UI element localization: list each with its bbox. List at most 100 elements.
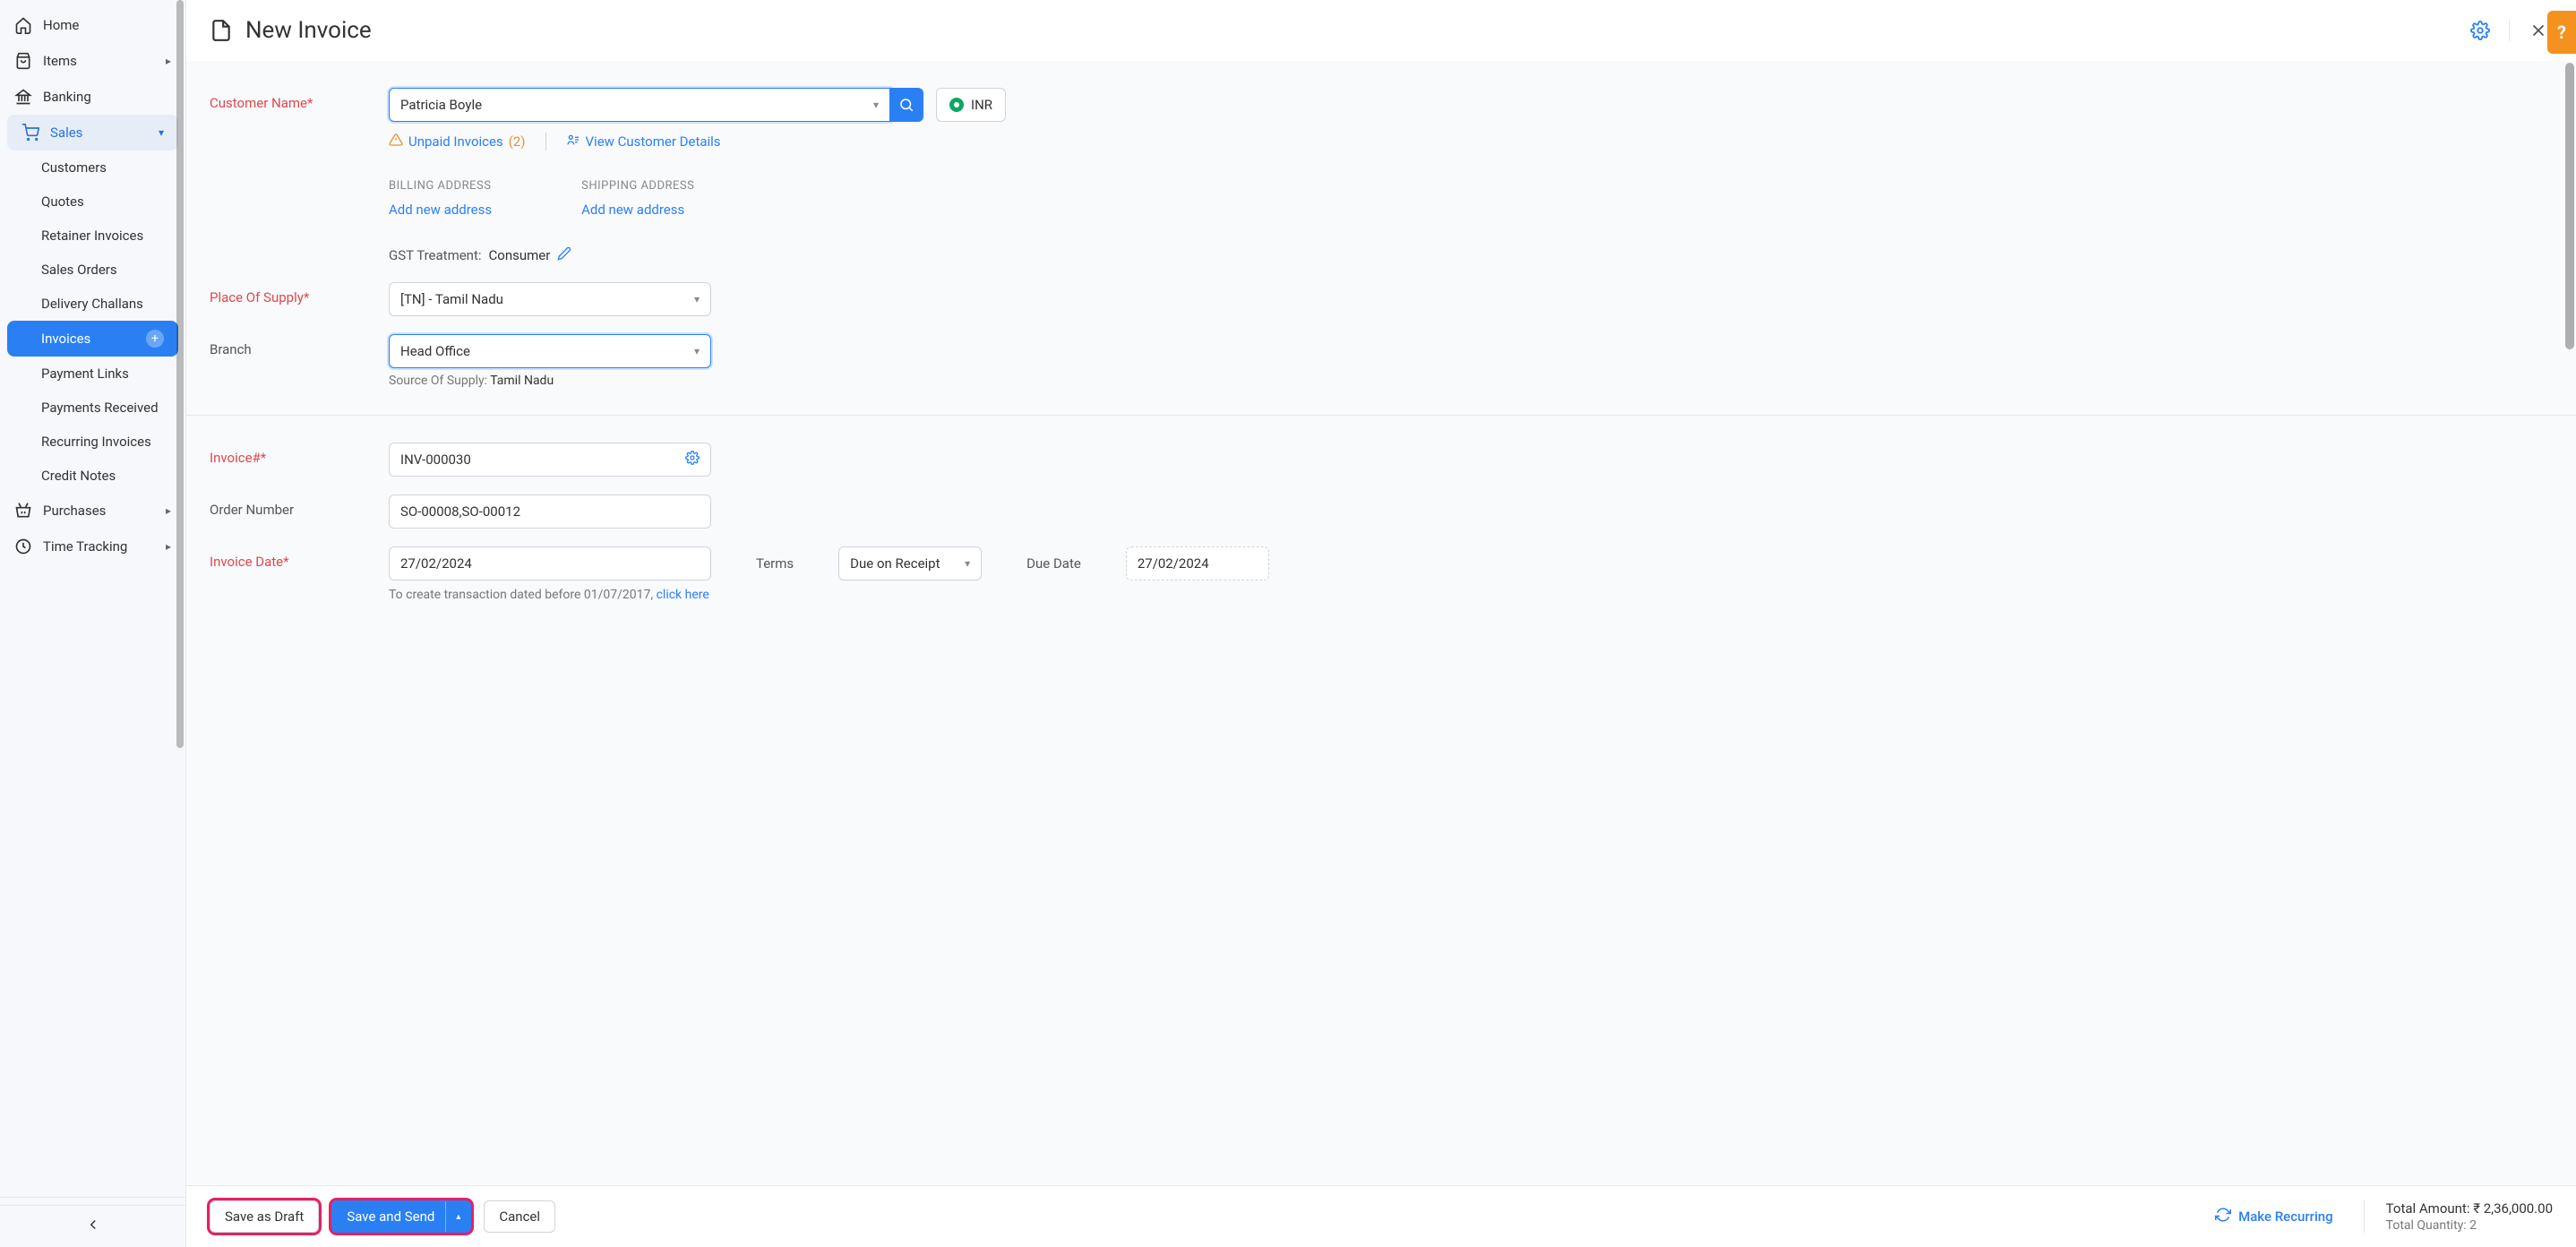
nav-items-label: Items [43,53,77,69]
currency-dot-icon [949,98,964,112]
invoice-date-label: Invoice Date* [210,546,389,570]
nav-purchases[interactable]: Purchases [0,493,185,529]
add-shipping-address-link[interactable]: Add new address [581,202,694,218]
customer-search-button[interactable] [889,88,923,122]
nav-sales-orders[interactable]: Sales Orders [0,253,185,287]
nav-time-tracking-label: Time Tracking [43,538,127,555]
customer-name-value: Patricia Boyle [400,97,482,113]
warning-icon [389,133,403,150]
invoice-number-value: INV-000030 [400,452,471,468]
invoice-number-input[interactable]: INV-000030 [389,443,711,477]
footer-bar: Save as Draft Save and Send ▴ Cancel Mak… [186,1185,2576,1247]
total-quantity-label: Total Quantity: [2386,1218,2467,1233]
view-customer-details-link[interactable]: View Customer Details [566,133,721,150]
customer-name-select[interactable]: Patricia Boyle ▾ [389,88,890,122]
cancel-button[interactable]: Cancel [484,1200,555,1233]
nav-payments-received[interactable]: Payments Received [0,391,185,425]
terms-select[interactable]: Due on Receipt ▾ [838,546,982,580]
gst-treatment-label: GST Treatment: [389,247,482,263]
order-number-input[interactable]: SO-00008,SO-00012 [389,494,711,529]
nav-delivery-challans[interactable]: Delivery Challans [0,287,185,321]
due-date-input[interactable]: 27/02/2024 [1126,546,1269,580]
save-and-send-dropdown[interactable]: ▴ [445,1201,470,1232]
nav-retainer-invoices[interactable]: Retainer Invoices [0,219,185,253]
total-amount-label: Total Amount: [2386,1200,2470,1217]
details-icon [566,133,580,150]
billing-address-title: BILLING ADDRESS [389,179,492,193]
nav-items[interactable]: Items [0,43,185,79]
place-of-supply-select[interactable]: [TN] - Tamil Nadu ▾ [389,282,711,316]
cart-icon [21,124,39,142]
help-button[interactable]: ? [2547,11,2576,54]
clock-icon [14,538,32,555]
document-icon [210,19,233,42]
chevron-down-icon: ▾ [694,345,700,357]
nav-sales-label: Sales [50,125,82,141]
unpaid-count: (2) [509,133,526,150]
branch-select[interactable]: Head Office ▾ [389,334,711,368]
chevron-down-icon: ▾ [694,293,700,305]
add-invoice-icon[interactable]: + [146,330,164,348]
nav-invoices[interactable]: Invoices + [7,321,178,357]
header-divider [2509,20,2510,41]
customer-name-label: Customer Name* [210,88,389,111]
chevron-down-icon: ▾ [965,557,970,570]
footer-totals: Total Amount: ₹ 2,36,000.00 Total Quanti… [2364,1200,2553,1233]
place-of-supply-label: Place Of Supply* [210,282,389,305]
home-icon [14,16,32,34]
nav-home[interactable]: Home [0,7,185,43]
page-title: New Invoice [245,17,2466,44]
link-separator [545,133,546,150]
nav-payment-links[interactable]: Payment Links [0,357,185,391]
nav-banking[interactable]: Banking [0,79,185,115]
nav-quotes[interactable]: Quotes [0,185,185,219]
nav-recurring-invoices[interactable]: Recurring Invoices [0,425,185,459]
chevron-left-icon [85,1220,101,1236]
main-content: New Invoice ? Customer Name* [186,0,2576,1247]
shipping-address-title: SHIPPING ADDRESS [581,179,694,193]
main-scrollbar[interactable] [2565,63,2574,349]
nav-home-label: Home [43,17,79,33]
source-of-supply-label: Source Of Supply: [389,374,487,388]
chevron-down-icon: ▾ [873,99,879,111]
invoice-date-value: 27/02/2024 [400,555,472,572]
page-header: New Invoice ? [186,0,2576,61]
terms-label: Terms [756,555,794,572]
backdate-click-here-link[interactable]: click here [657,588,709,602]
due-date-value: 27/02/2024 [1138,555,1209,572]
nav-customers[interactable]: Customers [0,150,185,185]
invoice-number-settings-button[interactable] [685,451,700,469]
due-date-label: Due Date [1026,555,1081,572]
sidebar: Home Items Banking Sales [0,0,186,1247]
total-quantity-value: 2 [2469,1218,2477,1233]
nav-sales[interactable]: Sales [7,115,178,150]
currency-button[interactable]: INR [936,88,1006,122]
place-of-supply-value: [TN] - Tamil Nadu [400,291,503,307]
make-recurring-link[interactable]: Make Recurring [2215,1207,2333,1226]
invoice-date-input[interactable]: 27/02/2024 [389,546,711,580]
backdate-hint-text: To create transaction dated before 01/07… [389,588,657,602]
add-billing-address-link[interactable]: Add new address [389,202,492,218]
nav-time-tracking[interactable]: Time Tracking [0,529,185,564]
basket-icon [14,502,32,520]
nav-credit-notes[interactable]: Credit Notes [0,459,185,493]
sales-subitems: Customers Quotes Retainer Invoices Sales… [0,150,185,493]
settings-button[interactable] [2466,16,2494,45]
save-as-draft-button[interactable]: Save as Draft [210,1200,319,1233]
nav-banking-label: Banking [43,89,91,105]
branch-label: Branch [210,334,389,357]
branch-value: Head Office [400,343,470,359]
unpaid-invoices-link[interactable]: Unpaid Invoices (2) [389,133,526,150]
sidebar-scrollbar[interactable] [176,0,184,748]
invoice-number-label: Invoice#* [210,443,389,466]
sidebar-collapse-button[interactable] [0,1205,185,1247]
section-divider [186,415,2576,416]
order-number-label: Order Number [210,494,389,518]
bank-icon [14,88,32,106]
currency-label: INR [971,97,992,113]
bag-icon [14,52,32,70]
save-and-send-button[interactable]: Save and Send ▴ [331,1200,471,1233]
edit-gst-button[interactable] [557,246,571,264]
terms-value: Due on Receipt [850,555,940,572]
total-amount-value: ₹ 2,36,000.00 [2473,1200,2553,1217]
